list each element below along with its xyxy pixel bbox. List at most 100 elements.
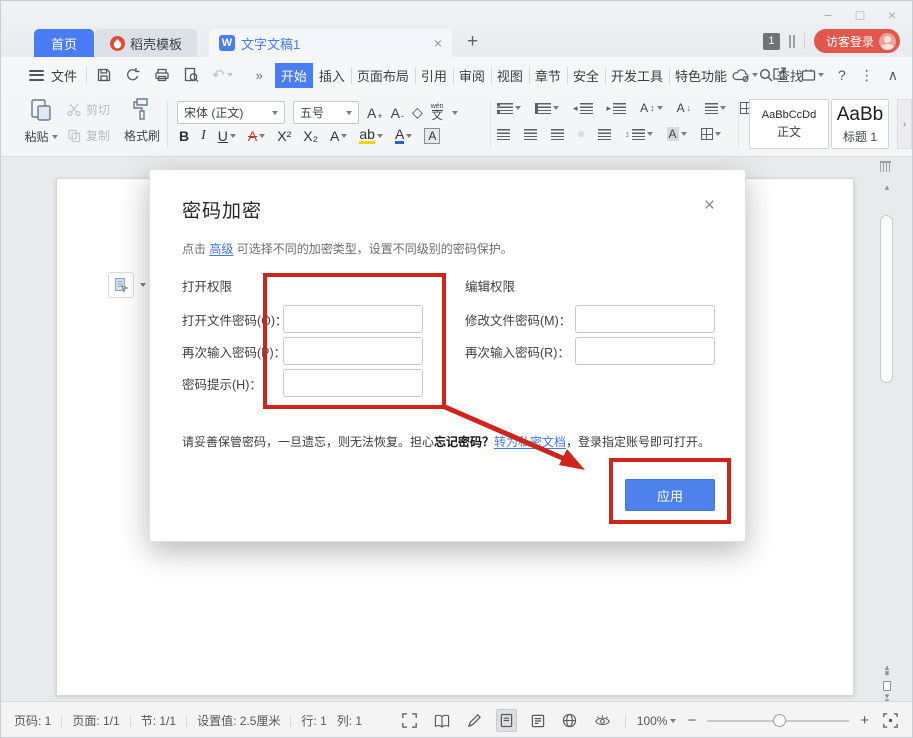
tab-page-layout[interactable]: 页面布局 bbox=[351, 63, 415, 88]
increase-indent-button[interactable]: ▸ bbox=[607, 103, 627, 114]
print-icon[interactable] bbox=[154, 67, 170, 83]
advanced-link[interactable]: 高级 bbox=[209, 242, 233, 256]
ruler-toggle-icon[interactable] bbox=[880, 161, 891, 172]
more-quick-actions-icon[interactable]: » bbox=[256, 68, 263, 83]
select-browse-object-button[interactable] bbox=[883, 681, 891, 691]
distribute-icon[interactable] bbox=[598, 129, 611, 140]
scroll-up-icon[interactable]: ▴ bbox=[876, 183, 898, 192]
private-doc-link[interactable]: 转为私密文档 bbox=[494, 435, 566, 449]
line-spacing-button[interactable]: ↕ bbox=[625, 129, 653, 140]
sticky-notes-button[interactable] bbox=[801, 68, 824, 82]
strikethrough-button[interactable]: A bbox=[248, 128, 265, 144]
vertical-scrollbar[interactable]: ▴ ▾ bbox=[876, 177, 898, 701]
tab-security[interactable]: 安全 bbox=[567, 63, 605, 88]
bold-button[interactable]: B bbox=[179, 128, 189, 144]
modify-confirm-input[interactable] bbox=[575, 337, 715, 365]
superscript-button[interactable]: X² bbox=[277, 128, 291, 144]
previous-page-button[interactable]: ▴▴ bbox=[876, 665, 898, 675]
password-hint-input[interactable] bbox=[283, 369, 423, 397]
sort-button[interactable]: A↓ bbox=[677, 101, 692, 115]
text-effects-button[interactable]: A bbox=[330, 128, 347, 144]
paste-options-button[interactable] bbox=[108, 272, 134, 298]
scrollbar-thumb[interactable] bbox=[880, 215, 893, 383]
style-heading1[interactable]: AaBb 标题 1 bbox=[831, 99, 889, 149]
bullet-list-button[interactable] bbox=[497, 103, 521, 114]
tab-special-features[interactable]: 特色功能 bbox=[669, 63, 733, 88]
window-list-icon[interactable] bbox=[789, 35, 795, 48]
tab-home-ribbon[interactable]: 开始 bbox=[275, 63, 313, 88]
print-layout-icon[interactable] bbox=[496, 709, 517, 732]
export-pdf-icon[interactable] bbox=[125, 67, 141, 83]
dialog-close-icon[interactable]: × bbox=[704, 196, 715, 215]
read-mode-icon[interactable] bbox=[431, 711, 453, 731]
character-border-button[interactable]: A bbox=[424, 128, 440, 144]
home-tab[interactable]: 首页 bbox=[34, 29, 94, 57]
undo-button[interactable]: ↶ bbox=[212, 66, 233, 84]
help-icon[interactable]: ? bbox=[838, 67, 846, 83]
numbered-list-button[interactable] bbox=[535, 103, 559, 114]
eye-protect-icon[interactable] bbox=[591, 711, 614, 730]
fullscreen-icon[interactable] bbox=[399, 710, 420, 731]
minimize-button[interactable]: − bbox=[820, 7, 836, 23]
more-styles-button[interactable]: › bbox=[897, 99, 912, 149]
character-scale-button[interactable]: A↕ bbox=[640, 101, 663, 115]
docer-templates-tab[interactable]: 稻壳模板 bbox=[95, 29, 197, 57]
underline-button[interactable]: U bbox=[218, 128, 236, 144]
align-right-icon[interactable] bbox=[551, 129, 564, 140]
increase-font-button[interactable]: A+ bbox=[367, 105, 383, 121]
tab-references[interactable]: 引用 bbox=[415, 63, 453, 88]
highlight-color-button[interactable]: ab bbox=[359, 127, 383, 144]
hamburger-icon[interactable] bbox=[29, 70, 44, 81]
zoom-out-button[interactable]: − bbox=[687, 712, 696, 729]
shading-button[interactable]: A bbox=[667, 127, 687, 141]
subscript-button[interactable]: X₂ bbox=[303, 128, 318, 144]
file-menu-button[interactable]: 文件 bbox=[51, 66, 77, 85]
decrease-indent-button[interactable]: ◂ bbox=[573, 103, 593, 114]
document-tab[interactable]: W 文字文稿1 × bbox=[209, 29, 452, 57]
zoom-in-button[interactable]: + bbox=[860, 712, 869, 729]
paste-options-caret-icon[interactable] bbox=[140, 283, 146, 287]
share-icon[interactable] bbox=[772, 66, 787, 84]
font-color-button[interactable]: A bbox=[395, 127, 412, 144]
fit-page-icon[interactable] bbox=[880, 710, 901, 731]
zoom-slider[interactable] bbox=[707, 720, 849, 722]
align-center-icon[interactable] bbox=[524, 129, 537, 140]
italic-button[interactable]: I bbox=[201, 128, 206, 144]
open-password-input[interactable] bbox=[283, 305, 423, 333]
save-icon[interactable] bbox=[96, 67, 112, 83]
write-mode-icon[interactable] bbox=[464, 710, 485, 731]
apply-button[interactable]: 应用 bbox=[625, 479, 715, 511]
format-painter-button[interactable]: 格式刷 bbox=[119, 97, 165, 144]
close-button[interactable]: × bbox=[884, 7, 900, 23]
paragraph-settings-button[interactable] bbox=[705, 103, 726, 114]
pinyin-guide-button[interactable]: wén 文 bbox=[431, 103, 444, 122]
copy-button[interactable]: 复制 bbox=[67, 127, 110, 144]
kebab-menu-icon[interactable]: ⋮ bbox=[860, 67, 874, 84]
tab-insert[interactable]: 插入 bbox=[313, 63, 351, 88]
style-normal[interactable]: AaBbCcDd 正文 bbox=[749, 99, 829, 149]
cloud-sync-button[interactable] bbox=[732, 68, 758, 82]
borders-button[interactable] bbox=[701, 128, 721, 140]
font-size-select[interactable]: 五号 bbox=[293, 101, 359, 124]
tab-review[interactable]: 审阅 bbox=[453, 63, 491, 88]
open-confirm-input[interactable] bbox=[283, 337, 423, 365]
modify-password-input[interactable] bbox=[575, 305, 715, 333]
tab-view[interactable]: 视图 bbox=[491, 63, 529, 88]
font-name-select[interactable]: 宋体 (正文) bbox=[177, 101, 285, 124]
new-tab-button[interactable]: + bbox=[467, 31, 478, 53]
collapse-ribbon-icon[interactable]: ∧ bbox=[888, 67, 898, 84]
decrease-font-button[interactable]: A- bbox=[391, 105, 404, 121]
align-left-icon[interactable] bbox=[497, 129, 510, 140]
guest-login-button[interactable]: 访客登录 bbox=[814, 29, 900, 53]
tab-section[interactable]: 章节 bbox=[529, 63, 567, 88]
zoom-level-button[interactable]: 100% bbox=[637, 714, 677, 728]
outline-view-icon[interactable] bbox=[528, 711, 548, 731]
paste-button[interactable]: 粘贴 bbox=[19, 97, 63, 145]
tab-dev-tools[interactable]: 开发工具 bbox=[605, 63, 669, 88]
maximize-button[interactable]: □ bbox=[852, 7, 868, 23]
document-tab-close-icon[interactable]: × bbox=[434, 35, 442, 51]
justify-icon[interactable] bbox=[578, 131, 584, 137]
web-layout-icon[interactable] bbox=[559, 710, 580, 731]
cut-button[interactable]: 剪切 bbox=[67, 101, 110, 118]
print-preview-icon[interactable] bbox=[183, 67, 199, 83]
